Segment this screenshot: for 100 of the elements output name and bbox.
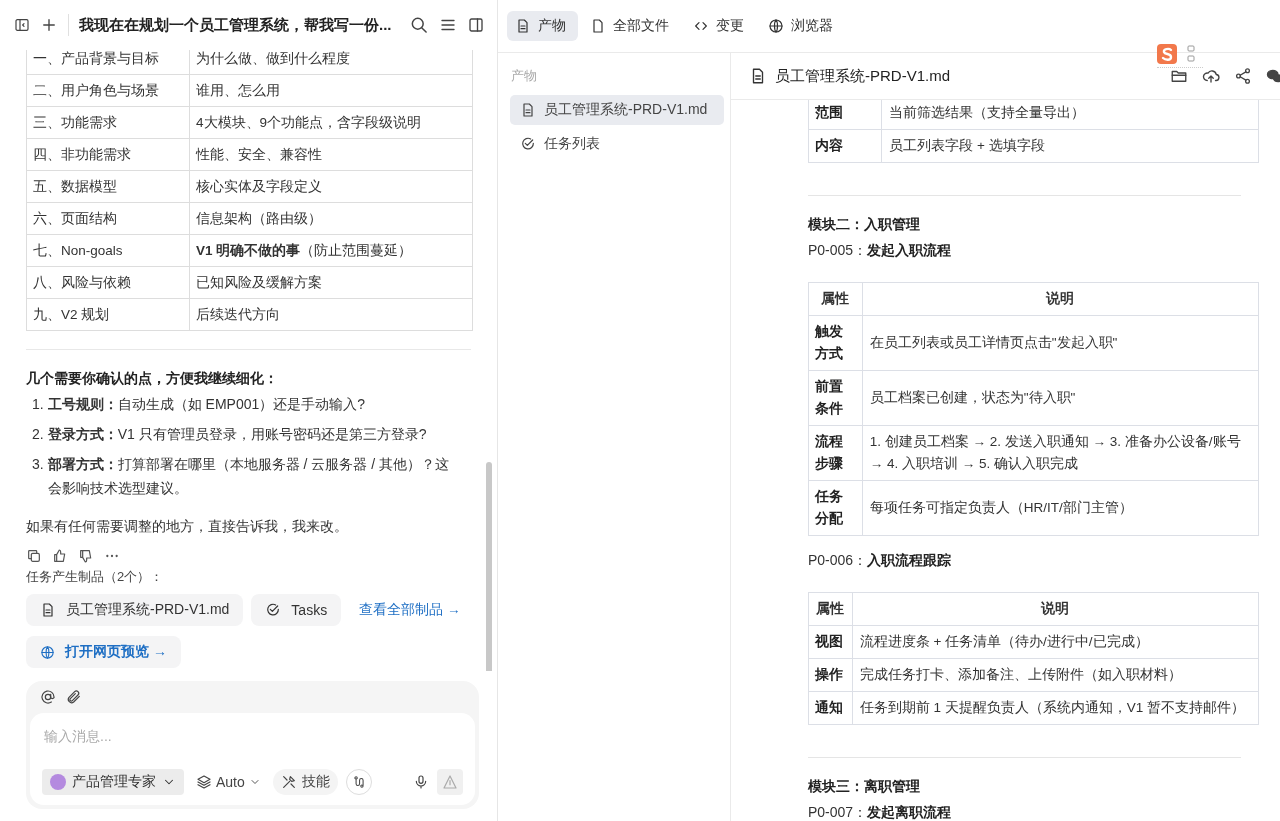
table-cell: 4大模块、9个功能点，含字段级说明 (189, 106, 473, 139)
requirement-heading: P0-005：发起入职流程 (808, 242, 953, 260)
table-cell: 核心实体及字段定义 (189, 170, 473, 203)
dislike-button[interactable] (78, 548, 94, 564)
table-cell: 视图 (808, 625, 853, 659)
table-cell: 触发方式 (808, 315, 863, 371)
table-cell: 四、非功能需求 (26, 138, 190, 171)
table-cell: 信息架构（路由级） (189, 202, 473, 235)
sidebar-item[interactable]: 员工管理系统-PRD-V1.md (510, 95, 724, 125)
collapse-sidebar-icon[interactable] (14, 17, 30, 33)
share-icon (1234, 67, 1252, 85)
panel-toggle-button[interactable] (467, 16, 485, 34)
skills-button[interactable]: 技能 (272, 769, 338, 795)
table-cell: 完成任务打卡、添加备注、上传附件（如入职材料） (852, 658, 1259, 692)
file-icon (590, 18, 606, 34)
table-cell: 二、用户角色与场景 (26, 74, 190, 107)
column-header: 属性 (808, 592, 853, 626)
table-cell: 六、页面结构 (26, 202, 190, 235)
thumbs-up-icon (52, 548, 68, 564)
attach-button[interactable] (66, 689, 82, 705)
avatar-icon (50, 774, 66, 790)
route-button[interactable] (345, 769, 372, 795)
table-cell: 三、功能需求 (26, 106, 190, 139)
table-cell: 员工列表字段 + 选填字段 (881, 129, 1259, 163)
agent-selector[interactable]: 产品管理专家 (42, 769, 184, 795)
table-cell: 流程进度条 + 任务清单（待办/进行中/已完成） (852, 625, 1259, 659)
table-cell: 通知 (808, 691, 853, 725)
check-circle-icon (265, 602, 282, 618)
upload-button[interactable] (1202, 67, 1220, 85)
table-cell: 1. 创建员工档案 → 2. 发送入职通知 → 3. 准备办公设备/账号 → 4. 入职培训 → 5. 确认入职完成 (862, 425, 1259, 481)
artifact-chip[interactable]: 员工管理系统-PRD-V1.md (26, 594, 244, 626)
mention-button[interactable] (40, 689, 56, 705)
table-cell: 当前筛选结果（支持全量导出） (881, 100, 1259, 130)
share-button[interactable] (1234, 67, 1252, 85)
requirement-heading: P0-007：发起离职流程 (808, 804, 953, 821)
closing-text: 如果有任何需要调整的地方，直接告诉我，我来改。 (26, 517, 349, 536)
table-cell: 九、V2 规划 (26, 298, 190, 331)
tab[interactable]: 浏览器 (760, 11, 845, 41)
tab[interactable]: 产物 (507, 11, 578, 41)
search-button[interactable] (409, 15, 429, 35)
at-icon (40, 689, 56, 705)
table-cell: 员工档案已创建，状态为"待入职" (862, 370, 1259, 426)
table-cell: 任务分配 (808, 480, 863, 536)
section-label: 产物 (511, 67, 538, 85)
scrollbar[interactable] (486, 462, 492, 671)
table-cell: 内容 (808, 129, 882, 163)
table-cell: 范围 (808, 100, 882, 130)
document-icon (40, 602, 56, 618)
list-number: 2. (32, 425, 44, 444)
table-cell: 后续迭代方向 (189, 298, 473, 331)
layers-icon (196, 774, 212, 790)
chat-bubbles-button[interactable] (1266, 67, 1280, 85)
table-cell: 流程步骤 (808, 425, 863, 481)
requirement-heading: P0-006：入职流程跟踪 (808, 552, 953, 570)
microphone-button[interactable] (413, 774, 429, 790)
view-all-link[interactable]: 查看全部制品 → (359, 601, 461, 619)
table-cell: 在员工列表或员工详情页点击"发起入职" (862, 315, 1259, 371)
copy-button[interactable] (26, 548, 42, 564)
check-circle-icon (520, 136, 536, 152)
model-selector[interactable]: Auto (192, 774, 265, 790)
tab[interactable]: 全部文件 (582, 11, 681, 41)
section-heading: 模块三：离职管理 (808, 778, 921, 796)
message-field[interactable]: 输入消息... 产品管理专家 Auto 技能 (30, 713, 475, 805)
column-header: 说明 (852, 592, 1259, 626)
column-header: 说明 (862, 282, 1259, 316)
new-chat-button[interactable] (40, 16, 58, 34)
panel-icon (467, 16, 485, 34)
sidebar-item[interactable]: 任务列表 (510, 129, 724, 159)
table-cell: 每项任务可指定负责人（HR/IT/部门主管） (862, 480, 1259, 536)
tab[interactable]: 变更 (685, 11, 756, 41)
thumbs-down-icon (78, 548, 94, 564)
globe-icon (40, 644, 55, 660)
table-cell: 任务到期前 1 天提醒负责人（系统内通知，V1 暂不支持邮件） (852, 691, 1259, 725)
list-number: 3. (32, 455, 44, 474)
like-button[interactable] (52, 548, 68, 564)
table-cell: 谁用、怎么用 (189, 74, 473, 107)
question-text: 部署方式：打算部署在哪里（本地服务器 / 云服务器 / 其他）？这会影响技术选型建议。 (47, 455, 451, 498)
question-text: 登录方式：V1 只有管理员登录，用账号密码还是第三方登录? (47, 425, 427, 444)
artifact-chip[interactable]: Tasks (251, 594, 342, 626)
plus-icon (40, 16, 58, 34)
chat-title: 我现在在规划一个员工管理系统，帮我写一份... (79, 15, 393, 35)
sidebar-icon (14, 17, 30, 33)
document-title: 员工管理系统-PRD-V1.md (775, 66, 951, 86)
section-heading: 模块二：入职管理 (808, 216, 921, 234)
document-icon (515, 18, 531, 34)
table-cell: 一、产品背景与目标 (26, 50, 190, 75)
artifacts-label: 任务产生制品（2个）： (26, 568, 165, 586)
open-preview-button[interactable]: 打开网页预览 → (26, 636, 181, 668)
ime-toolbar-icon (1187, 44, 1195, 64)
ime-logo-icon (1157, 44, 1177, 64)
table-cell: 性能、安全、兼容性 (189, 138, 473, 171)
copy-icon (26, 548, 42, 564)
question-text: 工号规则：自动生成（如 EMP001）还是手动输入? (47, 395, 366, 414)
chat-bubbles-icon (1266, 67, 1280, 85)
table-cell: V1 明确不做的事（防止范围蔓延） (189, 234, 473, 267)
column-header: 属性 (808, 282, 863, 316)
table-cell: 七、Non-goals (26, 234, 190, 267)
route-icon (351, 775, 366, 789)
paperclip-icon (66, 689, 82, 705)
cloud-upload-icon (1202, 67, 1220, 85)
